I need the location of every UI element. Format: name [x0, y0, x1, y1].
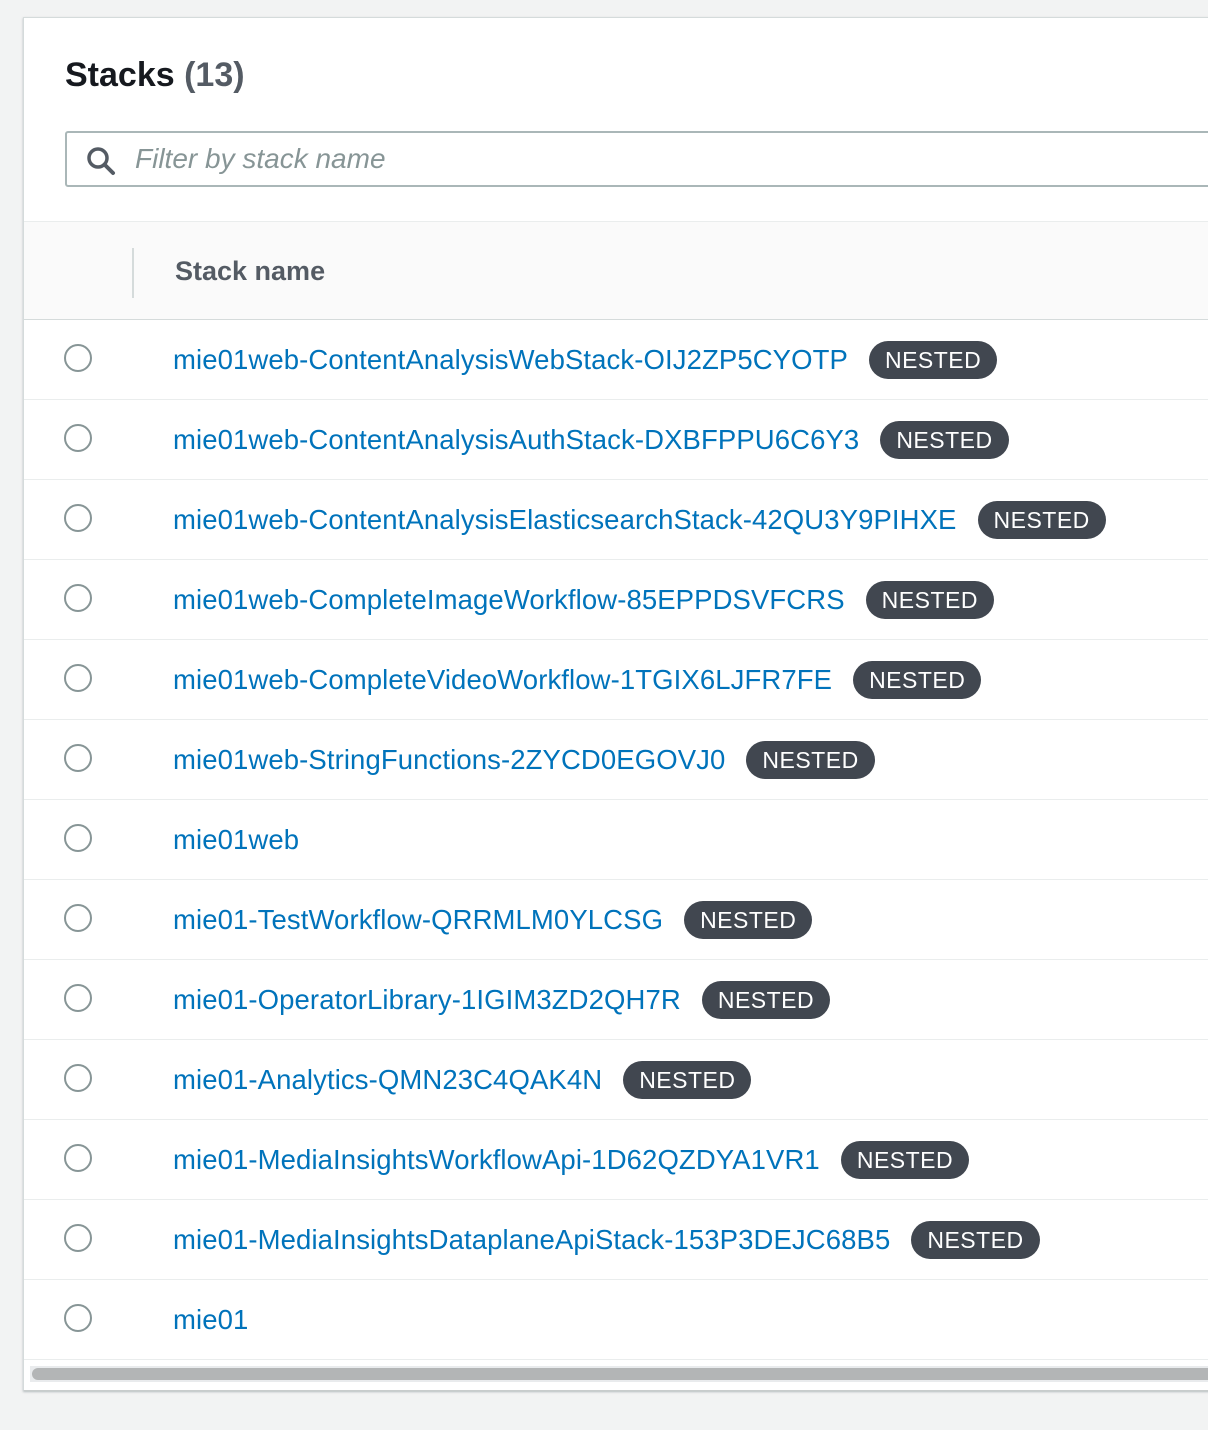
row-select-radio[interactable] [64, 824, 92, 852]
stack-name-cell: mie01-Analytics-QMN23C4QAK4N NESTED [173, 1058, 752, 1102]
stack-name-cell: mie01web-CompleteImageWorkflow-85EPPDSVF… [173, 578, 994, 622]
nested-badge: NESTED [623, 1061, 752, 1099]
stack-name-link[interactable]: mie01web-CompleteImageWorkflow-85EPPDSVF… [173, 584, 845, 616]
horizontal-scrollbar[interactable] [30, 1366, 1208, 1382]
row-select-radio[interactable] [64, 984, 92, 1012]
search-icon [87, 147, 115, 175]
nested-badge: NESTED [977, 501, 1106, 539]
nested-badge: NESTED [868, 341, 998, 379]
column-divider[interactable] [132, 248, 134, 298]
row-select-radio[interactable] [64, 904, 92, 932]
nested-badge: NESTED [911, 1221, 1040, 1259]
stack-name-cell: mie01-MediaInsightsDataplaneApiStack-153… [173, 1218, 1040, 1262]
page-title: Stacks (13) [65, 56, 245, 95]
table-row[interactable]: mie01-Analytics-QMN23C4QAK4N NESTED [24, 1040, 1208, 1120]
row-select-radio[interactable] [64, 584, 92, 612]
stack-name-link[interactable]: mie01web-ContentAnalysisWebStack-OIJ2ZP5… [173, 344, 848, 376]
table-row[interactable]: mie01web-ContentAnalysisAuthStack-DXBFPP… [24, 400, 1208, 480]
row-select-radio[interactable] [64, 1064, 92, 1092]
stack-name-link[interactable]: mie01-MediaInsightsWorkflowApi-1D62QZDYA… [173, 1144, 820, 1176]
stack-name-link[interactable]: mie01web [173, 824, 299, 856]
stack-name-link[interactable]: mie01 [173, 1304, 248, 1336]
table-row[interactable]: mie01 [24, 1280, 1208, 1360]
stack-name-link[interactable]: mie01-TestWorkflow-QRRMLM0YLCSG [173, 904, 663, 936]
nested-badge: NESTED [880, 421, 1009, 459]
stack-name-cell: mie01web-CompleteVideoWorkflow-1TGIX6LJF… [173, 658, 982, 702]
stack-name-cell: mie01-TestWorkflow-QRRMLM0YLCSG NESTED [173, 898, 813, 942]
row-select-radio[interactable] [64, 504, 92, 532]
stack-name-link[interactable]: mie01web-CompleteVideoWorkflow-1TGIX6LJF… [173, 664, 832, 696]
panel-header: Stacks (13) [24, 18, 1208, 222]
nested-badge: NESTED [746, 741, 875, 779]
table-row[interactable]: mie01web-ContentAnalysisElasticsearchSta… [24, 480, 1208, 560]
nested-badge: NESTED [853, 661, 982, 699]
row-select-radio[interactable] [64, 744, 92, 772]
column-header-stack-name[interactable]: Stack name [175, 256, 325, 287]
row-select-radio[interactable] [64, 344, 92, 372]
stack-name-link[interactable]: mie01-Analytics-QMN23C4QAK4N [173, 1064, 602, 1096]
title-text: Stacks [65, 56, 175, 94]
table-row[interactable]: mie01web-ContentAnalysisWebStack-OIJ2ZP5… [24, 320, 1208, 400]
row-select-radio[interactable] [64, 664, 92, 692]
nested-badge: NESTED [840, 1141, 970, 1179]
table-row[interactable]: mie01web-CompleteImageWorkflow-85EPPDSVF… [24, 560, 1208, 640]
stack-name-cell: mie01-MediaInsightsWorkflowApi-1D62QZDYA… [173, 1138, 970, 1182]
row-select-radio[interactable] [64, 424, 92, 452]
row-select-radio[interactable] [64, 1304, 92, 1332]
table-row[interactable]: mie01web-CompleteVideoWorkflow-1TGIX6LJF… [24, 640, 1208, 720]
stack-count: (13) [184, 56, 245, 94]
table-row[interactable]: mie01web-StringFunctions-2ZYCD0EGOVJ0 NES… [24, 720, 1208, 800]
nested-badge: NESTED [684, 901, 813, 939]
stack-name-link[interactable]: mie01-MediaInsightsDataplaneApiStack-153… [173, 1224, 890, 1256]
search-input[interactable] [135, 139, 1208, 179]
table-row[interactable]: mie01-MediaInsightsDataplaneApiStack-153… [24, 1200, 1208, 1280]
row-select-radio[interactable] [64, 1224, 92, 1252]
stack-name-cell: mie01web-ContentAnalysisAuthStack-DXBFPP… [173, 418, 1009, 462]
stack-name-cell: mie01web-ContentAnalysisWebStack-OIJ2ZP5… [173, 338, 998, 382]
table-row[interactable]: mie01-TestWorkflow-QRRMLM0YLCSG NESTED [24, 880, 1208, 960]
table-row[interactable]: mie01-MediaInsightsWorkflowApi-1D62QZDYA… [24, 1120, 1208, 1200]
nested-badge: NESTED [865, 581, 994, 619]
filter-box[interactable] [65, 131, 1208, 187]
scrollbar-thumb[interactable] [32, 1368, 1208, 1380]
stack-name-cell: mie01 [173, 1298, 248, 1342]
row-select-radio[interactable] [64, 1144, 92, 1172]
stack-list: mie01web-ContentAnalysisWebStack-OIJ2ZP5… [24, 320, 1208, 1360]
stack-name-link[interactable]: mie01web-StringFunctions-2ZYCD0EGOVJ0 [173, 744, 725, 776]
stack-name-cell: mie01web-StringFunctions-2ZYCD0EGOVJ0 NES… [173, 738, 875, 782]
table-row[interactable]: mie01-OperatorLibrary-1IGIM3ZD2QH7R NESTE… [24, 960, 1208, 1040]
stack-name-link[interactable]: mie01-OperatorLibrary-1IGIM3ZD2QH7R [173, 984, 681, 1016]
stack-name-cell: mie01web [173, 818, 299, 862]
stacks-panel: Stacks (13) Stack name mie01web-ContentA… [23, 17, 1208, 1391]
table-header: Stack name [24, 222, 1208, 320]
stack-name-link[interactable]: mie01web-ContentAnalysisAuthStack-DXBFPP… [173, 424, 859, 456]
stack-name-link[interactable]: mie01web-ContentAnalysisElasticsearchSta… [173, 504, 957, 536]
stack-name-cell: mie01web-ContentAnalysisElasticsearchSta… [173, 498, 1106, 542]
table-row[interactable]: mie01web [24, 800, 1208, 880]
stack-name-cell: mie01-OperatorLibrary-1IGIM3ZD2QH7R NESTE… [173, 978, 831, 1022]
nested-badge: NESTED [701, 981, 831, 1019]
